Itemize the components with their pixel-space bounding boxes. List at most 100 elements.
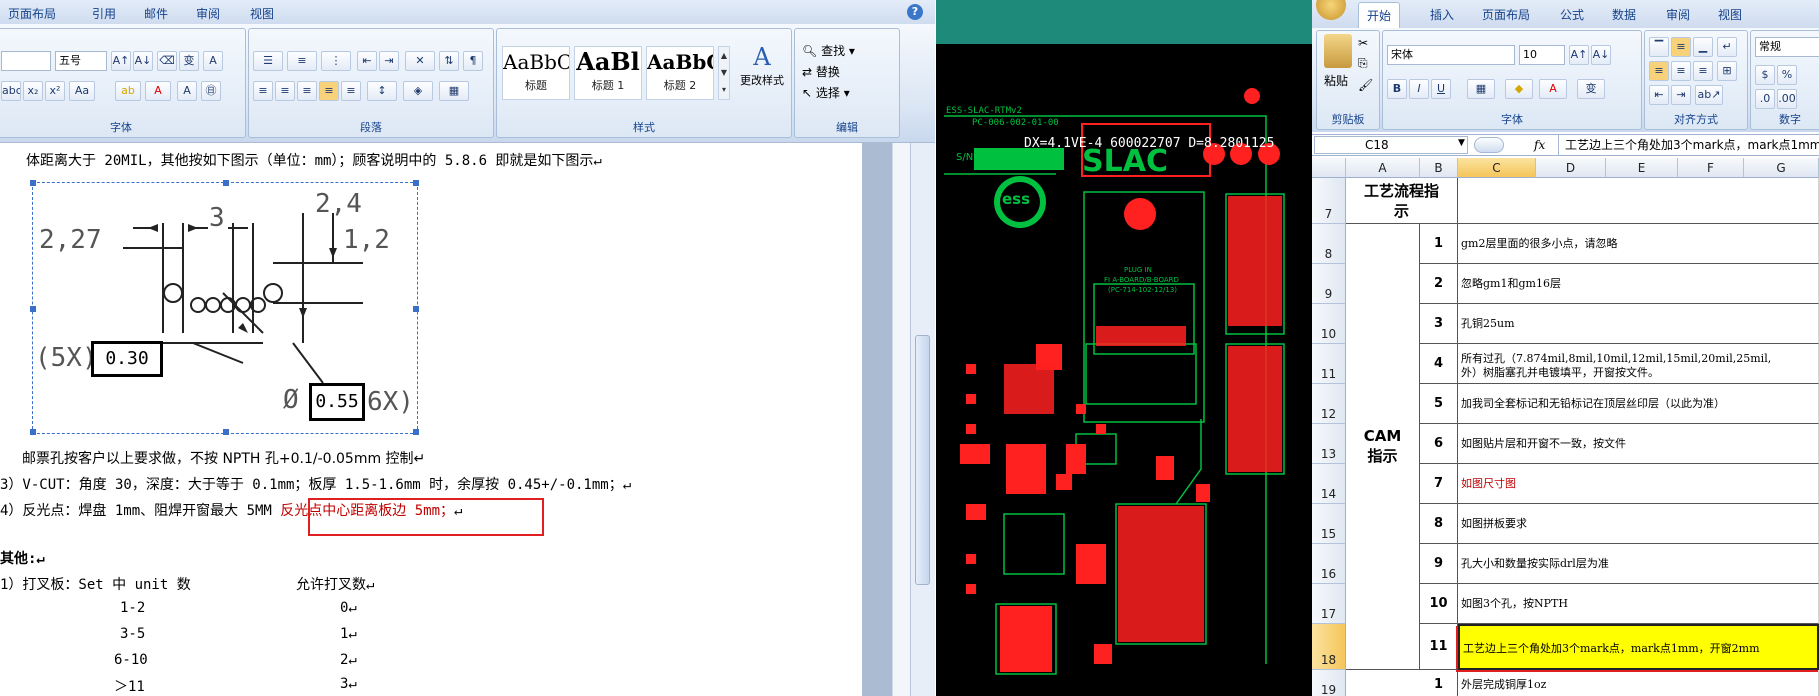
borders-icon[interactable]: ▦ xyxy=(1467,79,1495,99)
instruction-cell[interactable]: 孔大小和数量按实际drl层为准 xyxy=(1458,544,1819,584)
column-header-f[interactable]: F xyxy=(1678,158,1744,178)
instruction-cell[interactable]: 忽略gm1和gm16层 xyxy=(1458,264,1819,304)
step-number-cell[interactable]: 1 xyxy=(1420,224,1458,264)
superscript-icon[interactable]: x² xyxy=(45,81,65,101)
row-header[interactable]: 14 xyxy=(1312,464,1346,504)
merge-cells-icon[interactable]: ⊞ xyxy=(1717,61,1737,81)
increase-indent-icon[interactable]: ⇥ xyxy=(1671,85,1691,105)
row-header[interactable]: 10 xyxy=(1312,304,1346,344)
tab-page-layout[interactable]: 页面布局 xyxy=(8,5,56,22)
tab-review[interactable]: 审阅 xyxy=(1666,6,1690,23)
highlight-icon[interactable]: ab xyxy=(115,81,141,101)
format-painter-icon[interactable]: 🖌︎ xyxy=(1358,78,1373,92)
select-button[interactable]: ↖ 选择 ▾ xyxy=(802,84,850,101)
step-number-cell[interactable]: 5 xyxy=(1420,384,1458,424)
instruction-cell[interactable]: 外层完成铜厚1oz xyxy=(1458,670,1819,696)
instruction-cell[interactable]: 如图拼板要求 xyxy=(1458,504,1819,544)
strikethrough-icon[interactable]: abc xyxy=(1,81,21,101)
justify-icon[interactable]: ≡ xyxy=(319,81,339,101)
align-top-icon[interactable]: ▔ xyxy=(1649,37,1669,57)
percent-icon[interactable]: % xyxy=(1777,65,1797,85)
step-number-cell[interactable]: 4 xyxy=(1420,344,1458,384)
resize-handle[interactable] xyxy=(223,429,229,435)
copy-icon[interactable]: ⎘ xyxy=(1358,56,1368,71)
style-heading[interactable]: AaBbC 标题 xyxy=(502,46,570,100)
styles-scroll-icon[interactable]: ▲ ▼ ▾ xyxy=(718,46,730,100)
instruction-cell[interactable]: 如图贴片层和开窗不一致，按文件 xyxy=(1458,424,1819,464)
align-right-icon[interactable]: ≡ xyxy=(1693,61,1713,81)
instruction-cell[interactable]: 工艺边上三个角处加3个mark点，mark点1mm，开窗2mm xyxy=(1458,624,1819,670)
align-center-icon[interactable]: ≡ xyxy=(1671,61,1691,81)
font-size-box[interactable]: 10 xyxy=(1519,45,1565,65)
phonetic-icon[interactable]: 变 xyxy=(179,51,199,71)
row-header[interactable]: 7 xyxy=(1312,178,1346,224)
orientation-icon[interactable]: ab↗ xyxy=(1695,85,1723,105)
tab-view[interactable]: 视图 xyxy=(250,5,274,22)
step-number-cell[interactable]: 9 xyxy=(1420,544,1458,584)
word-vertical-scrollbar[interactable] xyxy=(910,143,935,696)
decrease-decimal-icon[interactable]: .00 xyxy=(1777,89,1797,109)
bullets-icon[interactable]: ☰ xyxy=(253,51,283,71)
tab-data[interactable]: 数据 xyxy=(1612,6,1636,23)
align-center-icon[interactable]: ≡ xyxy=(275,81,295,101)
instruction-cell[interactable]: 如图尺寸图 xyxy=(1458,464,1819,504)
subscript-icon[interactable]: x₂ xyxy=(23,81,43,101)
step-number-cell[interactable]: 8 xyxy=(1420,504,1458,544)
wrap-text-icon[interactable]: ↵ xyxy=(1717,37,1737,57)
instruction-cell[interactable]: 孔铜25um xyxy=(1458,304,1819,344)
formula-input[interactable]: 工艺边上三个角处加3个mark点，mark点1mm，开窗2mm xyxy=(1558,135,1819,155)
align-left-icon[interactable]: ≡ xyxy=(1649,61,1669,81)
align-bottom-icon[interactable]: ▁ xyxy=(1693,37,1713,57)
align-right-icon[interactable]: ≡ xyxy=(297,81,317,101)
increase-indent-icon[interactable]: ⇥ xyxy=(379,51,399,71)
column-header-d[interactable]: D xyxy=(1536,158,1606,178)
increase-decimal-icon[interactable]: .0 xyxy=(1755,89,1775,109)
cam-label-cell[interactable]: CAM指示 xyxy=(1346,224,1420,670)
show-marks-icon[interactable]: ¶ xyxy=(463,51,483,71)
tab-insert[interactable]: 插入 xyxy=(1430,6,1454,23)
char-border-icon[interactable]: A xyxy=(203,51,223,71)
borders-icon[interactable]: ▦ xyxy=(439,81,469,101)
font-color-icon[interactable]: A xyxy=(1539,79,1567,99)
number-format-box[interactable]: 常规 xyxy=(1755,37,1819,57)
resize-handle[interactable] xyxy=(413,306,419,312)
fill-color-icon[interactable]: ◆ xyxy=(1505,79,1533,99)
tab-formulas[interactable]: 公式 xyxy=(1560,6,1584,23)
phonetic-icon[interactable]: 变 xyxy=(1577,79,1605,99)
row-header[interactable]: 13 xyxy=(1312,424,1346,464)
style-heading-2[interactable]: AaBbC 标题 2 xyxy=(646,46,714,100)
font-color-icon[interactable]: A xyxy=(145,81,171,101)
step-number-cell[interactable]: 3 xyxy=(1420,304,1458,344)
resize-handle[interactable] xyxy=(30,306,36,312)
row-header[interactable]: 11 xyxy=(1312,344,1346,384)
shrink-font-icon[interactable]: A↓ xyxy=(1591,45,1611,65)
column-header-g[interactable]: G xyxy=(1744,158,1819,178)
step-number-cell[interactable]: 1 xyxy=(1420,670,1458,696)
resize-handle[interactable] xyxy=(413,429,419,435)
style-heading-1[interactable]: AaBl 标题 1 xyxy=(574,46,642,100)
select-all-corner[interactable] xyxy=(1312,158,1346,178)
resize-handle[interactable] xyxy=(223,180,229,186)
instruction-cell[interactable] xyxy=(1458,178,1819,224)
paste-icon[interactable] xyxy=(1324,34,1352,68)
pcb-viewer[interactable]: ESS-SLAC-RTMv2 PC-006-002-01-00 DX=4.1VE… xyxy=(936,44,1312,696)
clear-format-icon[interactable]: ⌫ xyxy=(157,51,177,71)
enclose-char-icon[interactable]: ㊐ xyxy=(201,81,221,101)
align-left-icon[interactable]: ≡ xyxy=(253,81,273,101)
column-header-b[interactable]: B xyxy=(1420,158,1458,178)
column-header-c[interactable]: C xyxy=(1458,158,1536,178)
font-name-box[interactable] xyxy=(1,51,51,71)
tab-references[interactable]: 引用 xyxy=(92,5,116,22)
step-number-cell[interactable]: 10 xyxy=(1420,584,1458,624)
align-middle-icon[interactable]: ≡ xyxy=(1671,37,1691,57)
char-shading-icon[interactable]: A xyxy=(177,81,197,101)
tab-mailings[interactable]: 邮件 xyxy=(144,5,168,22)
step-number-cell[interactable]: 6 xyxy=(1420,424,1458,464)
decrease-indent-icon[interactable]: ⇤ xyxy=(1649,85,1669,105)
underline-icon[interactable]: U xyxy=(1431,79,1451,99)
step-number-cell[interactable]: 2 xyxy=(1420,264,1458,304)
header-process-cell[interactable]: 工艺流程指示 xyxy=(1346,178,1458,224)
currency-icon[interactable]: $ xyxy=(1755,65,1775,85)
grow-font-icon[interactable]: A↑ xyxy=(1569,45,1589,65)
change-styles-button[interactable]: A 更改样式 xyxy=(736,42,788,102)
